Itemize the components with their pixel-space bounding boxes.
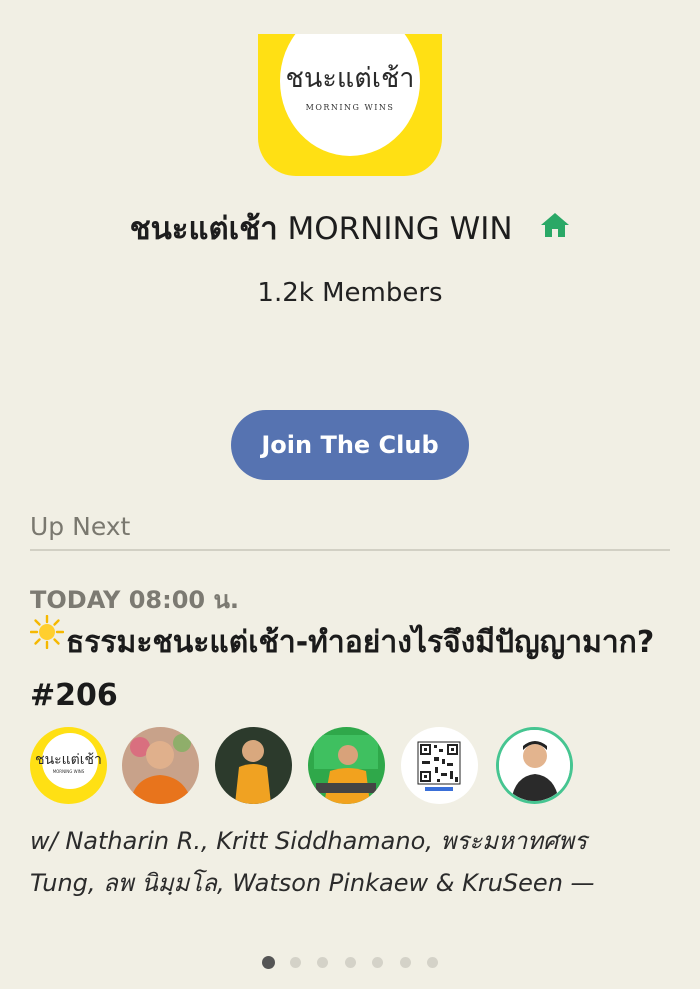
page-dot[interactable] [262, 956, 275, 969]
club-title-en: MORNING WIN [287, 211, 513, 247]
page-dot[interactable] [427, 957, 438, 968]
speaker-avatar-monk-1[interactable] [122, 727, 199, 804]
event-title[interactable]: ธรรมะชนะแต่เช้า-ทำอย่างไรจึงมีปัญญามาก? … [29, 614, 670, 722]
club-logo: ชนะแต่เช้า MORNING WINS [258, 34, 442, 176]
page-dot[interactable] [317, 957, 328, 968]
speaker-avatar-monk-2[interactable] [215, 727, 292, 804]
logo-text-thai: ชนะแต่เช้า [285, 63, 415, 94]
qr-code-avatar[interactable] [401, 727, 478, 804]
hosts-line-1: w/ Natharin R., Kritt Siddhamano, พระมหา… [30, 827, 588, 855]
page-dot[interactable] [372, 957, 383, 968]
event-title-text: ธรรมะชนะแต่เช้า-ทำอย่างไรจึงมีปัญญามาก? … [30, 625, 655, 713]
house-icon [540, 210, 570, 246]
avatar-logo-subtext: MORNING WINS [52, 769, 85, 774]
club-logo-avatar[interactable]: ชนะแต่เช้า MORNING WINS [30, 727, 107, 804]
speaker-avatar-monk-3[interactable] [308, 727, 385, 804]
club-title: ชนะแต่เช้า MORNING WIN [0, 203, 700, 253]
section-divider [30, 549, 670, 551]
sun-icon [29, 614, 65, 666]
up-next-label: Up Next [30, 512, 131, 541]
page-dot[interactable] [289, 957, 301, 968]
club-title-thai: ชนะแต่เช้า [129, 211, 278, 247]
avatar-logo-text: ชนะแต่เช้า [35, 752, 102, 768]
member-count[interactable]: 1.2k Members [0, 278, 700, 308]
hosts-line-2: Tung, ลพ นิมฺมโล, Watson Pinkaew & KruSe… [30, 869, 595, 897]
logo-text-en: MORNING WINS [305, 103, 395, 112]
speaker-avatar-man[interactable] [496, 727, 573, 804]
event-hosts: w/ Natharin R., Kritt Siddhamano, พระมหา… [30, 820, 680, 904]
page-dot[interactable] [399, 957, 411, 968]
join-club-button[interactable]: Join The Club [231, 410, 469, 480]
page-dot[interactable] [344, 957, 356, 968]
